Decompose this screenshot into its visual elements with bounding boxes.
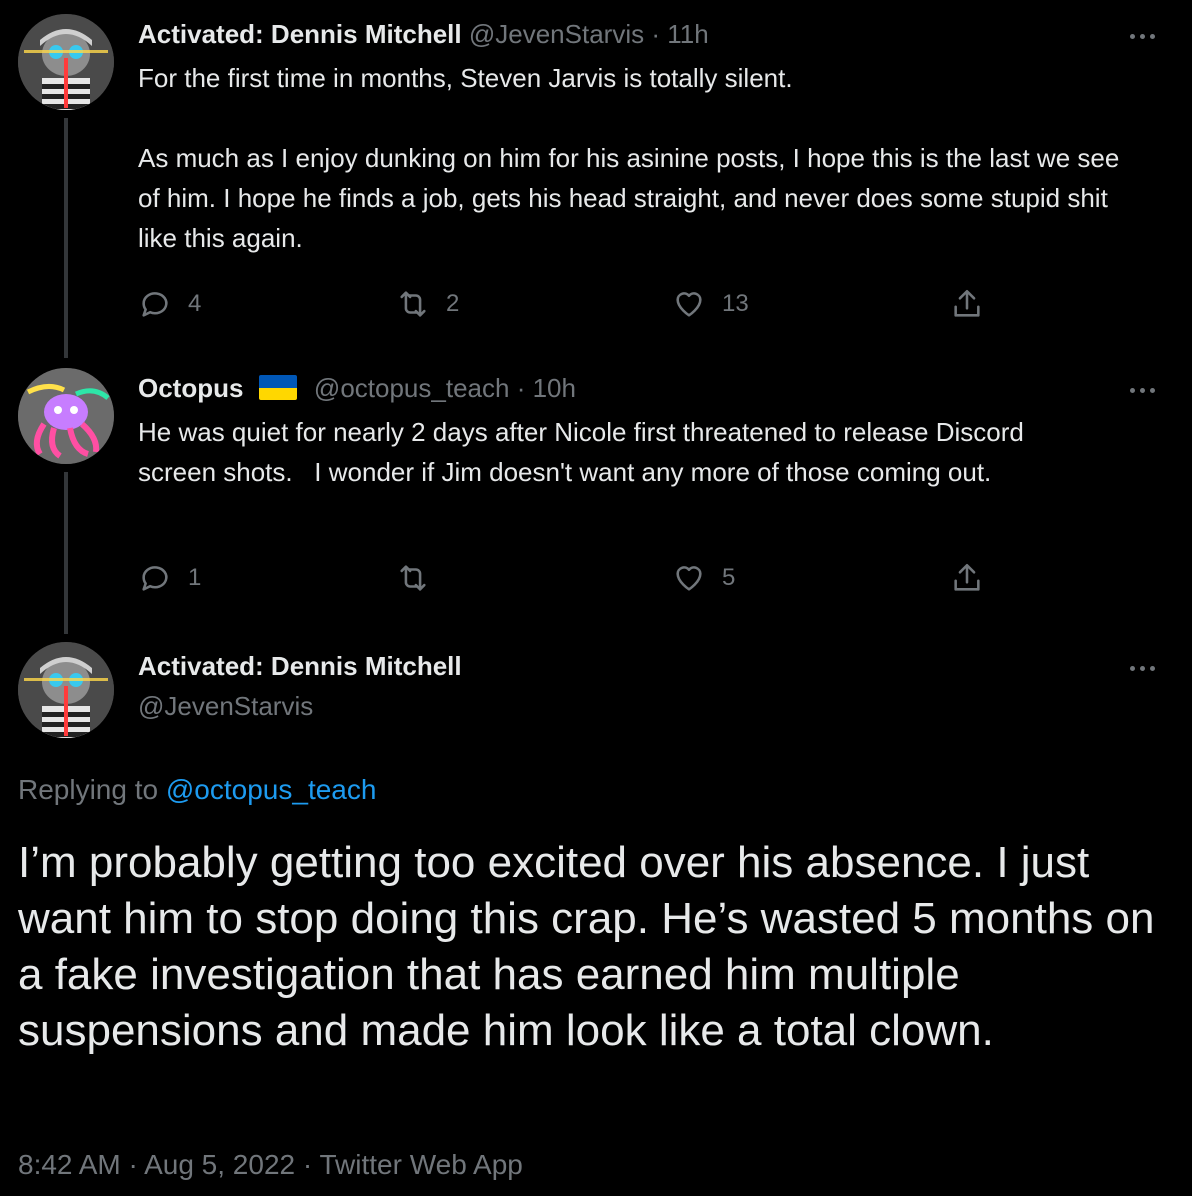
tweet-date[interactable]: Aug 5, 2022 [144,1149,295,1180]
thread-line [64,472,68,634]
tweet-header: Octopus @octopus_teach · 10h [138,372,576,404]
tweet-time[interactable]: 8:42 AM [18,1149,121,1180]
more-icon[interactable] [1122,658,1162,678]
reply-button[interactable]: 1 [138,558,201,598]
author-name[interactable]: Activated: Dennis Mitchell [138,650,462,682]
tweet-text: For the first time in months, Steven Jar… [138,63,1120,253]
ukraine-flag-icon [258,375,297,400]
reply-icon [142,566,168,591]
like-button[interactable]: 13 [672,284,749,324]
retweet-button[interactable] [396,558,446,598]
tweet-header: Activated: Dennis Mitchell @JevenStarvis… [138,18,709,50]
reply-button[interactable]: 4 [138,284,201,324]
share-button[interactable] [950,284,984,324]
retweet-count: 2 [446,290,460,317]
avatar[interactable] [18,642,114,738]
retweet-button[interactable]: 2 [396,284,459,324]
share-icon [954,289,980,317]
like-count: 13 [722,290,749,317]
author-handle[interactable]: @JevenStarvis [469,19,644,49]
reply-icon [142,292,168,317]
author-handle[interactable]: @octopus_teach [314,373,510,403]
tweet-text: He was quiet for nearly 2 days after Nic… [138,417,1032,487]
replying-to: Replying to @octopus_teach [18,772,376,808]
tweet-actions: 4 2 13 [138,284,998,324]
tweet-2[interactable]: Octopus @octopus_teach · 10h He was quie… [0,360,1192,636]
separator: · [128,1149,138,1180]
author-name[interactable]: Activated: Dennis Mitchell [138,19,462,49]
author-handle[interactable]: @JevenStarvis [138,690,313,722]
separator: · [516,373,526,403]
reply-count: 4 [188,290,202,317]
main-tweet-text: I’m probably getting too excited over hi… [18,838,1155,1055]
more-icon[interactable] [1122,380,1162,400]
retweet-icon [400,291,426,317]
share-button[interactable] [950,558,984,598]
separator: · [651,19,660,49]
tweet-1[interactable]: Activated: Dennis Mitchell @JevenStarvis… [0,0,1192,360]
thread-line [64,118,68,358]
replying-to-link[interactable]: @octopus_teach [166,774,377,805]
like-count: 5 [722,564,736,591]
retweet-icon [400,565,426,591]
heart-icon [676,566,702,591]
tweet-source[interactable]: Twitter Web App [320,1149,523,1180]
like-button[interactable]: 5 [672,558,735,598]
avatar[interactable] [18,368,114,464]
replying-prefix: Replying to [18,774,166,805]
timestamp[interactable]: 10h [533,373,576,403]
tweet-actions: 1 5 [138,558,998,598]
timestamp[interactable]: 11h [667,19,708,49]
tweet-meta: 8:42 AM · Aug 5, 2022 · Twitter Web App [18,1147,523,1183]
separator: · [302,1149,313,1180]
avatar[interactable] [18,14,114,110]
heart-icon [676,292,702,317]
more-icon[interactable] [1122,26,1162,46]
share-icon [954,563,980,591]
author-name[interactable]: Octopus [138,373,243,403]
reply-count: 1 [188,564,202,591]
